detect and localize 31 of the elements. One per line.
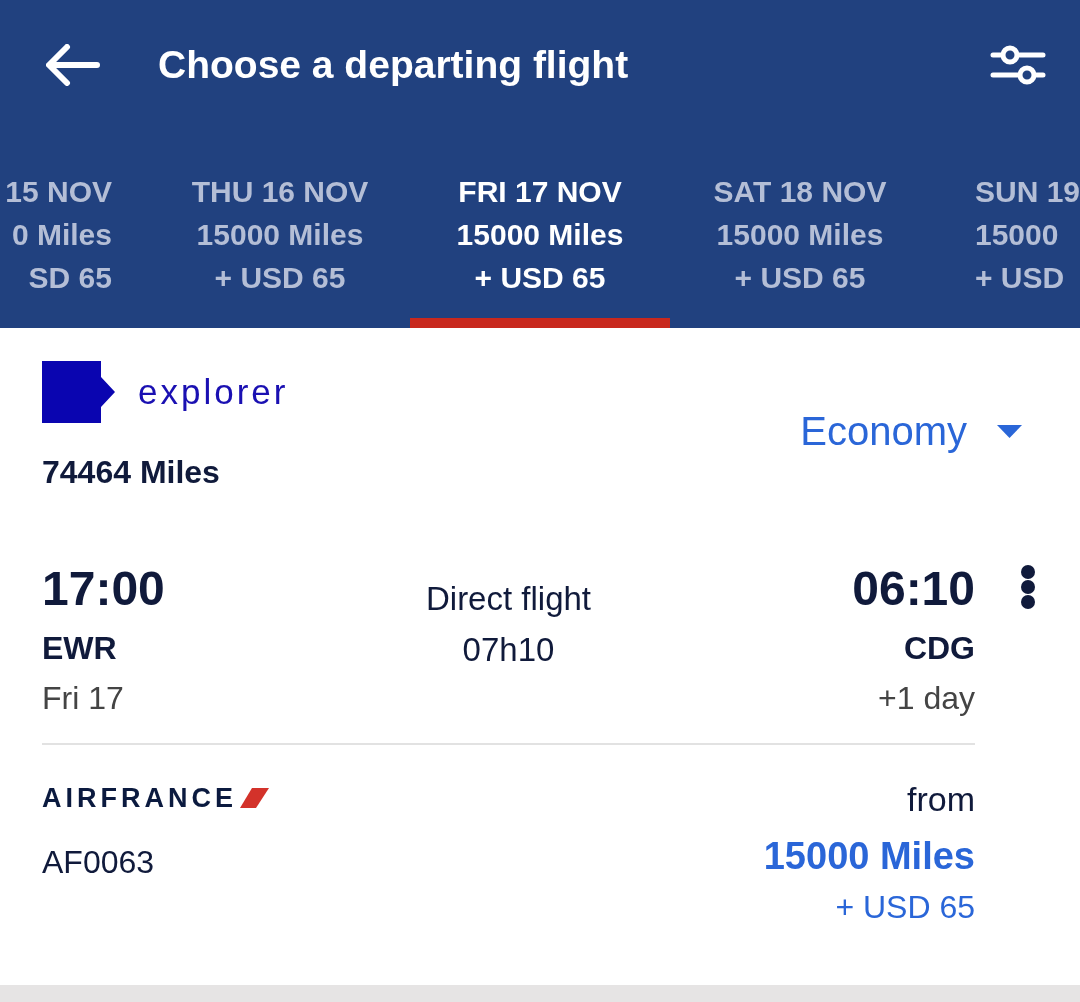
arrival-airport: CDG	[903, 629, 975, 668]
caret-down-icon	[997, 424, 1022, 438]
date-tab[interactable]: FRI 17 NOV 15000 Miles + USD 65	[410, 130, 670, 328]
price-fee: + USD 65	[835, 888, 975, 927]
flight-number: AF0063	[42, 843, 155, 882]
price-prefix: from	[907, 779, 975, 819]
miles-balance: 74464 Miles	[42, 453, 221, 492]
price-miles: 15000 Miles	[763, 834, 975, 879]
filter-button[interactable]	[990, 43, 1046, 87]
date-tab[interactable]: SUN 19 15000 + USD	[930, 130, 1080, 328]
stops-label: Direct flight	[425, 579, 592, 619]
page-title: Choose a departing flight	[158, 42, 629, 88]
arrival-day-offset: +1 day	[878, 679, 975, 718]
back-button[interactable]	[46, 44, 100, 86]
date-tab[interactable]: SAT 18 NOV 15000 Miles + USD 65	[670, 130, 930, 328]
arrow-tag-icon	[42, 361, 115, 423]
more-vertical-icon	[1020, 564, 1036, 610]
date-tab[interactable]: THU 16 NOV 15000 Miles + USD 65	[150, 130, 410, 328]
more-options-button[interactable]	[1020, 564, 1036, 610]
airline-wordmark: AIRFRANCE	[42, 784, 237, 812]
program-name: explorer	[138, 372, 289, 412]
arrival-time: 06:10	[852, 561, 975, 617]
departure-date: Fri 17	[42, 679, 124, 718]
departure-airport: EWR	[42, 629, 117, 668]
filter-sliders-icon	[990, 43, 1046, 87]
departure-time: 17:00	[42, 561, 165, 617]
flight-duration: 07h10	[462, 630, 555, 670]
cabin-dropdown[interactable]: Economy	[800, 407, 1022, 455]
date-tab[interactable]: 15 NOV 0 Miles SD 65	[0, 130, 150, 328]
stripe-icon	[240, 788, 269, 808]
back-arrow-icon	[46, 44, 100, 86]
